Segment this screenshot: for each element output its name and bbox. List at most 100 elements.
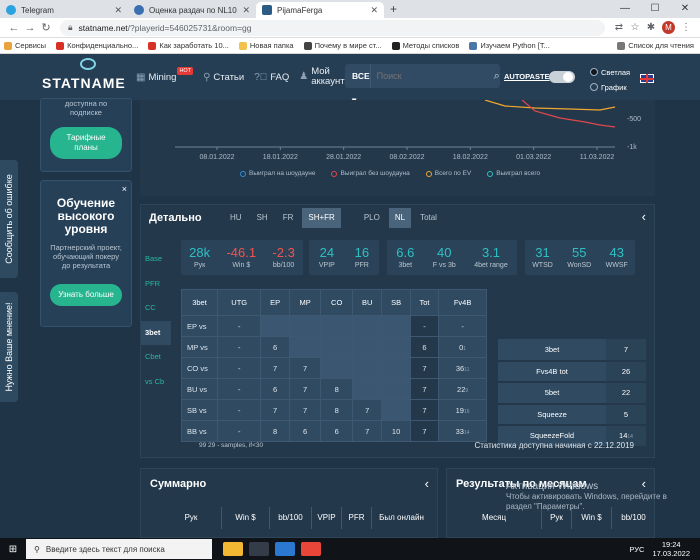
table-cell: 6 xyxy=(260,336,290,358)
bookmark-label: Методы списков xyxy=(402,41,460,50)
app-icon[interactable] xyxy=(275,542,295,556)
autopaste-link[interactable]: AUTOPASTE xyxy=(504,72,550,81)
maximize-icon[interactable]: ☐ xyxy=(640,0,670,18)
main-nav: ▦ Mining HOT ⚲ Статьи ?⃝ FAQ ♟ Мой аккаунт xyxy=(136,67,357,87)
nav-faq[interactable]: ?⃝ FAQ xyxy=(254,72,289,83)
menu-pfr[interactable]: PFR xyxy=(145,272,167,297)
tab-nl[interactable]: NL xyxy=(388,208,412,228)
forward-icon[interactable]: → xyxy=(22,22,38,34)
stat-3bet: 6.6 3bet xyxy=(396,246,414,270)
tab-sh[interactable]: SH xyxy=(251,208,274,228)
menu-vs-cb[interactable]: vs Cb xyxy=(145,370,167,395)
legend-ev[interactable]: Всего по EV xyxy=(425,170,471,177)
stat-label: WonSD xyxy=(567,262,592,269)
bookmark-earn[interactable]: Как заработать 10... xyxy=(148,41,229,50)
tab-title: PijamaFerga xyxy=(277,5,323,15)
back-icon[interactable]: ← xyxy=(6,22,22,34)
app-icon[interactable] xyxy=(249,542,269,556)
metric-value: 26 xyxy=(606,360,646,383)
close-tab-icon[interactable]: ✕ xyxy=(370,5,378,16)
tab-plo[interactable]: PLO xyxy=(358,208,386,228)
table-cell: 7 xyxy=(351,420,383,442)
file-explorer-icon[interactable] xyxy=(223,542,243,556)
collapse-chevron-icon[interactable]: ‹ xyxy=(642,209,646,224)
col-header: Рук xyxy=(184,513,198,522)
search-scope-select[interactable]: ВСЕ ▾ xyxy=(345,64,371,105)
nav-account[interactable]: ♟ Мой аккаунт xyxy=(299,67,347,87)
3bet-summary-table: 3bet 7 Fvs4B tot 26 5bet 22 Squeeze 5 Squeez… xyxy=(498,339,646,448)
tab-sh-fr[interactable]: SH+FR xyxy=(302,208,341,228)
close-tab-icon[interactable]: ✕ xyxy=(114,5,122,16)
browser-tab-telegram[interactable]: Telegram ✕ xyxy=(0,2,128,18)
bookmark-label: Новая папка xyxy=(249,41,294,50)
url-field[interactable]: 🔒︎ statname.net/?playerid=546025731&room… xyxy=(60,19,605,36)
nav-articles[interactable]: ⚲ Статьи xyxy=(203,72,244,83)
reading-list[interactable]: Список для чтения xyxy=(617,41,694,50)
menu-cc[interactable]: CC xyxy=(145,296,167,321)
pricing-plans-button[interactable]: Тарифные планы xyxy=(50,127,122,159)
taskbar-search[interactable]: ⚲ Введите здесь текст для поиска xyxy=(26,539,212,559)
bookmark-python[interactable]: Изучаем Python [T... xyxy=(469,41,550,50)
legend-no-showdown[interactable]: Выиграл без шоудауна xyxy=(331,170,410,177)
tab-fr[interactable]: FR xyxy=(277,208,300,228)
close-window-icon[interactable]: ✕ xyxy=(670,0,700,18)
search-icon[interactable]: ⌕ xyxy=(494,70,500,83)
windows-start-icon[interactable]: ⊞ xyxy=(0,544,26,555)
stat-label: Рук xyxy=(194,262,206,269)
collapse-chevron-icon[interactable]: ‹ xyxy=(425,476,429,491)
tab-hu[interactable]: HU xyxy=(224,208,248,228)
feedback-tab[interactable]: Нужно Ваше мнение! xyxy=(0,292,18,402)
promo-text: Партнерский проект, обучающий покеру до … xyxy=(50,243,122,270)
clock-date: 17.03.2022 xyxy=(652,549,690,558)
report-bug-tab[interactable]: Сообщить об ошибке xyxy=(0,160,18,278)
profile-avatar[interactable]: M xyxy=(662,21,675,34)
theme-light-option[interactable]: Светлая xyxy=(590,65,630,80)
autopaste-toggle[interactable] xyxy=(549,71,575,83)
bookmark-confidential[interactable]: Конфиденциально... xyxy=(56,41,138,50)
table-row: Fvs4B tot 26 xyxy=(498,360,646,383)
search-input[interactable] xyxy=(370,71,494,81)
bookmark-label: Как заработать 10... xyxy=(159,41,229,50)
yandex-icon xyxy=(56,41,65,50)
tab-total[interactable]: Total xyxy=(414,208,443,228)
x-tick-label: 11.03.2022 xyxy=(580,154,615,161)
menu-base[interactable]: Base xyxy=(145,247,167,272)
table-cell xyxy=(320,336,353,358)
learn-more-button[interactable]: Узнать больше xyxy=(50,284,122,306)
bookmark-why[interactable]: Почему в мире ст... xyxy=(303,41,382,50)
stat-value: 40 xyxy=(437,245,452,260)
statname-favicon-icon xyxy=(262,5,272,15)
menu-3bet[interactable]: 3bet xyxy=(141,320,171,345)
browser-tab-forum[interactable]: Оценка раздач по NL10 | Форум ✕ xyxy=(128,2,256,18)
bookmark-list-methods[interactable]: Методы списков xyxy=(391,41,460,50)
extensions-icon[interactable]: ✱ xyxy=(643,22,659,33)
bookmark-services[interactable]: Сервисы xyxy=(4,41,46,50)
legend-showdown[interactable]: Выиграл на шоудауне xyxy=(240,170,315,177)
clock[interactable]: 19:24 17.03.2022 xyxy=(652,540,690,558)
logo-eye-icon xyxy=(80,58,96,70)
browser-tab-statname[interactable]: PijamaFerga ✕ xyxy=(256,2,384,18)
stat-win: -46.1 Win $ xyxy=(226,246,256,270)
bookmark-star-icon[interactable]: ☆ xyxy=(627,22,643,33)
input-language[interactable]: РУС xyxy=(629,545,644,554)
forum-icon xyxy=(134,5,144,15)
translate-icon[interactable]: ⇄ xyxy=(611,22,627,33)
close-tab-icon[interactable]: ✕ xyxy=(242,5,250,16)
new-tab-button[interactable]: + xyxy=(384,2,403,18)
browser-menu-icon[interactable]: ⋮ xyxy=(678,22,694,33)
table-cell: 3314 xyxy=(438,420,487,442)
minimize-icon[interactable]: — xyxy=(610,0,640,18)
activation-text: раздел "Параметры". xyxy=(506,502,585,511)
logo-text: STATNAME xyxy=(42,75,126,91)
tab-title: Telegram xyxy=(21,5,54,15)
menu-cbet[interactable]: Cbet xyxy=(145,345,167,370)
statname-logo[interactable]: STATNAME xyxy=(42,58,152,91)
reload-icon[interactable]: ↻ xyxy=(38,21,54,34)
theme-graph-option[interactable]: График xyxy=(590,80,630,95)
bookmark-new-folder[interactable]: Новая папка xyxy=(238,41,294,50)
chrome-icon[interactable] xyxy=(301,542,321,556)
close-icon[interactable]: × xyxy=(122,184,127,194)
uk-flag-icon[interactable] xyxy=(640,74,654,83)
metric-name: 5bet xyxy=(498,382,606,405)
legend-total[interactable]: Выиграл всего xyxy=(487,170,540,177)
